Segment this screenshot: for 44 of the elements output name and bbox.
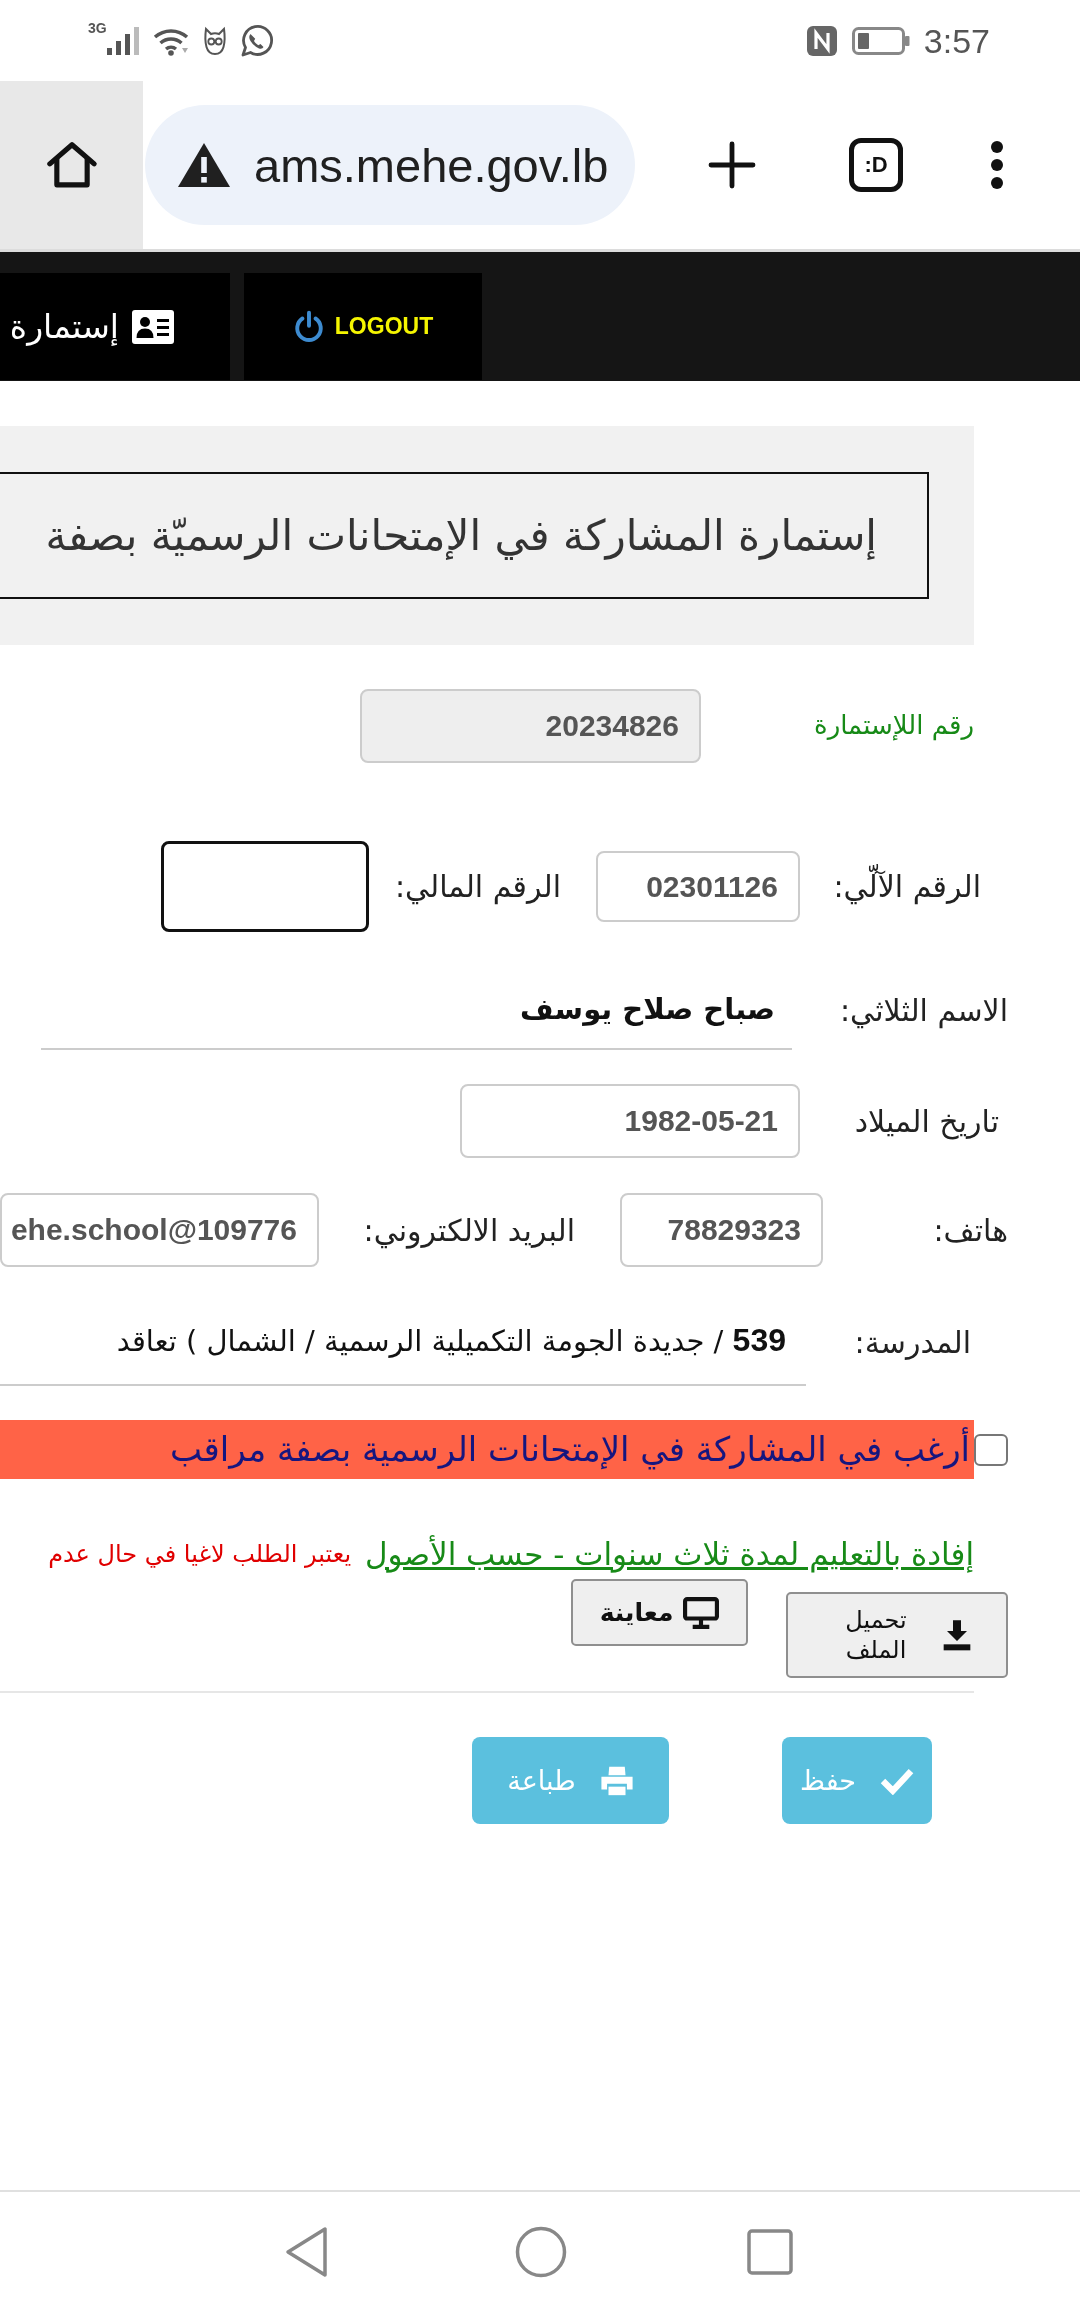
field-label: البريد الالكتروني: [363, 1211, 575, 1251]
warning-note: يعتبر الطلب لاغيا في حال عدم [48, 1539, 352, 1570]
field-label: هاتف: [933, 1211, 1008, 1250]
home-button[interactable] [0, 81, 143, 249]
financial-number-field[interactable] [161, 841, 369, 932]
observer-checkbox[interactable] [974, 1433, 1008, 1466]
signal-icon [106, 26, 141, 55]
logout-button[interactable]: LOGOUT [244, 273, 482, 380]
menu-icon[interactable] [990, 140, 1004, 190]
back-icon[interactable] [285, 2226, 329, 2278]
tab-switcher-button[interactable]: :D [849, 138, 903, 192]
clock-time: 3:57 [923, 20, 990, 61]
address-bar[interactable]: ams.mehe.gov.lb [145, 105, 635, 225]
plus-icon[interactable] [708, 141, 756, 189]
id-number-field[interactable]: 02301126 [596, 851, 800, 922]
field-label: تاريخ الميلاد [854, 1102, 999, 1142]
form-number-label: رقم اللإستمارة [814, 709, 974, 743]
download-icon [941, 1619, 973, 1651]
id-card-icon [131, 308, 175, 345]
upload-button[interactable]: تحميل الملف [786, 1592, 1008, 1678]
phone-field[interactable]: 78829323 [620, 1193, 823, 1267]
form-title: إستمارة المشاركة في الإمتحانات الرسميّة بصفة [45, 510, 877, 562]
recent-apps-icon[interactable] [747, 2229, 793, 2275]
full-name-value: صباح صلاح يوسف [520, 990, 775, 1028]
owl-icon [202, 25, 227, 56]
monitor-icon [683, 1596, 720, 1629]
circle-home-icon[interactable] [515, 2226, 567, 2278]
battery-icon [851, 26, 910, 55]
field-label: الاسم الثلاثي: [840, 991, 1008, 1031]
power-icon [292, 309, 325, 344]
network-type: 3G [88, 20, 107, 35]
opt-in-label: أرغب في المشاركة في الإمتحانات الرسمية بصفة مراقب [170, 1426, 970, 1472]
form-tab[interactable]: إستمارة [0, 273, 230, 380]
birth-date-field[interactable]: 1982-05-21 [460, 1084, 800, 1158]
certificate-link[interactable]: إفادة بالتعليم لمدة ثلاث سنوات - حسب الأصول [365, 1530, 974, 1578]
warning-icon [176, 141, 232, 189]
field-label: المدرسة: [854, 1323, 971, 1362]
nfc-icon [805, 24, 838, 57]
printer-icon [599, 1764, 634, 1797]
email-field[interactable]: ehe.school@109776 [0, 1193, 319, 1267]
preview-button[interactable]: معاينة [571, 1579, 748, 1646]
field-label: الرقم المالي: [394, 868, 561, 907]
field-label: الرقم الآلّي: [833, 861, 981, 912]
check-icon [880, 1766, 914, 1795]
